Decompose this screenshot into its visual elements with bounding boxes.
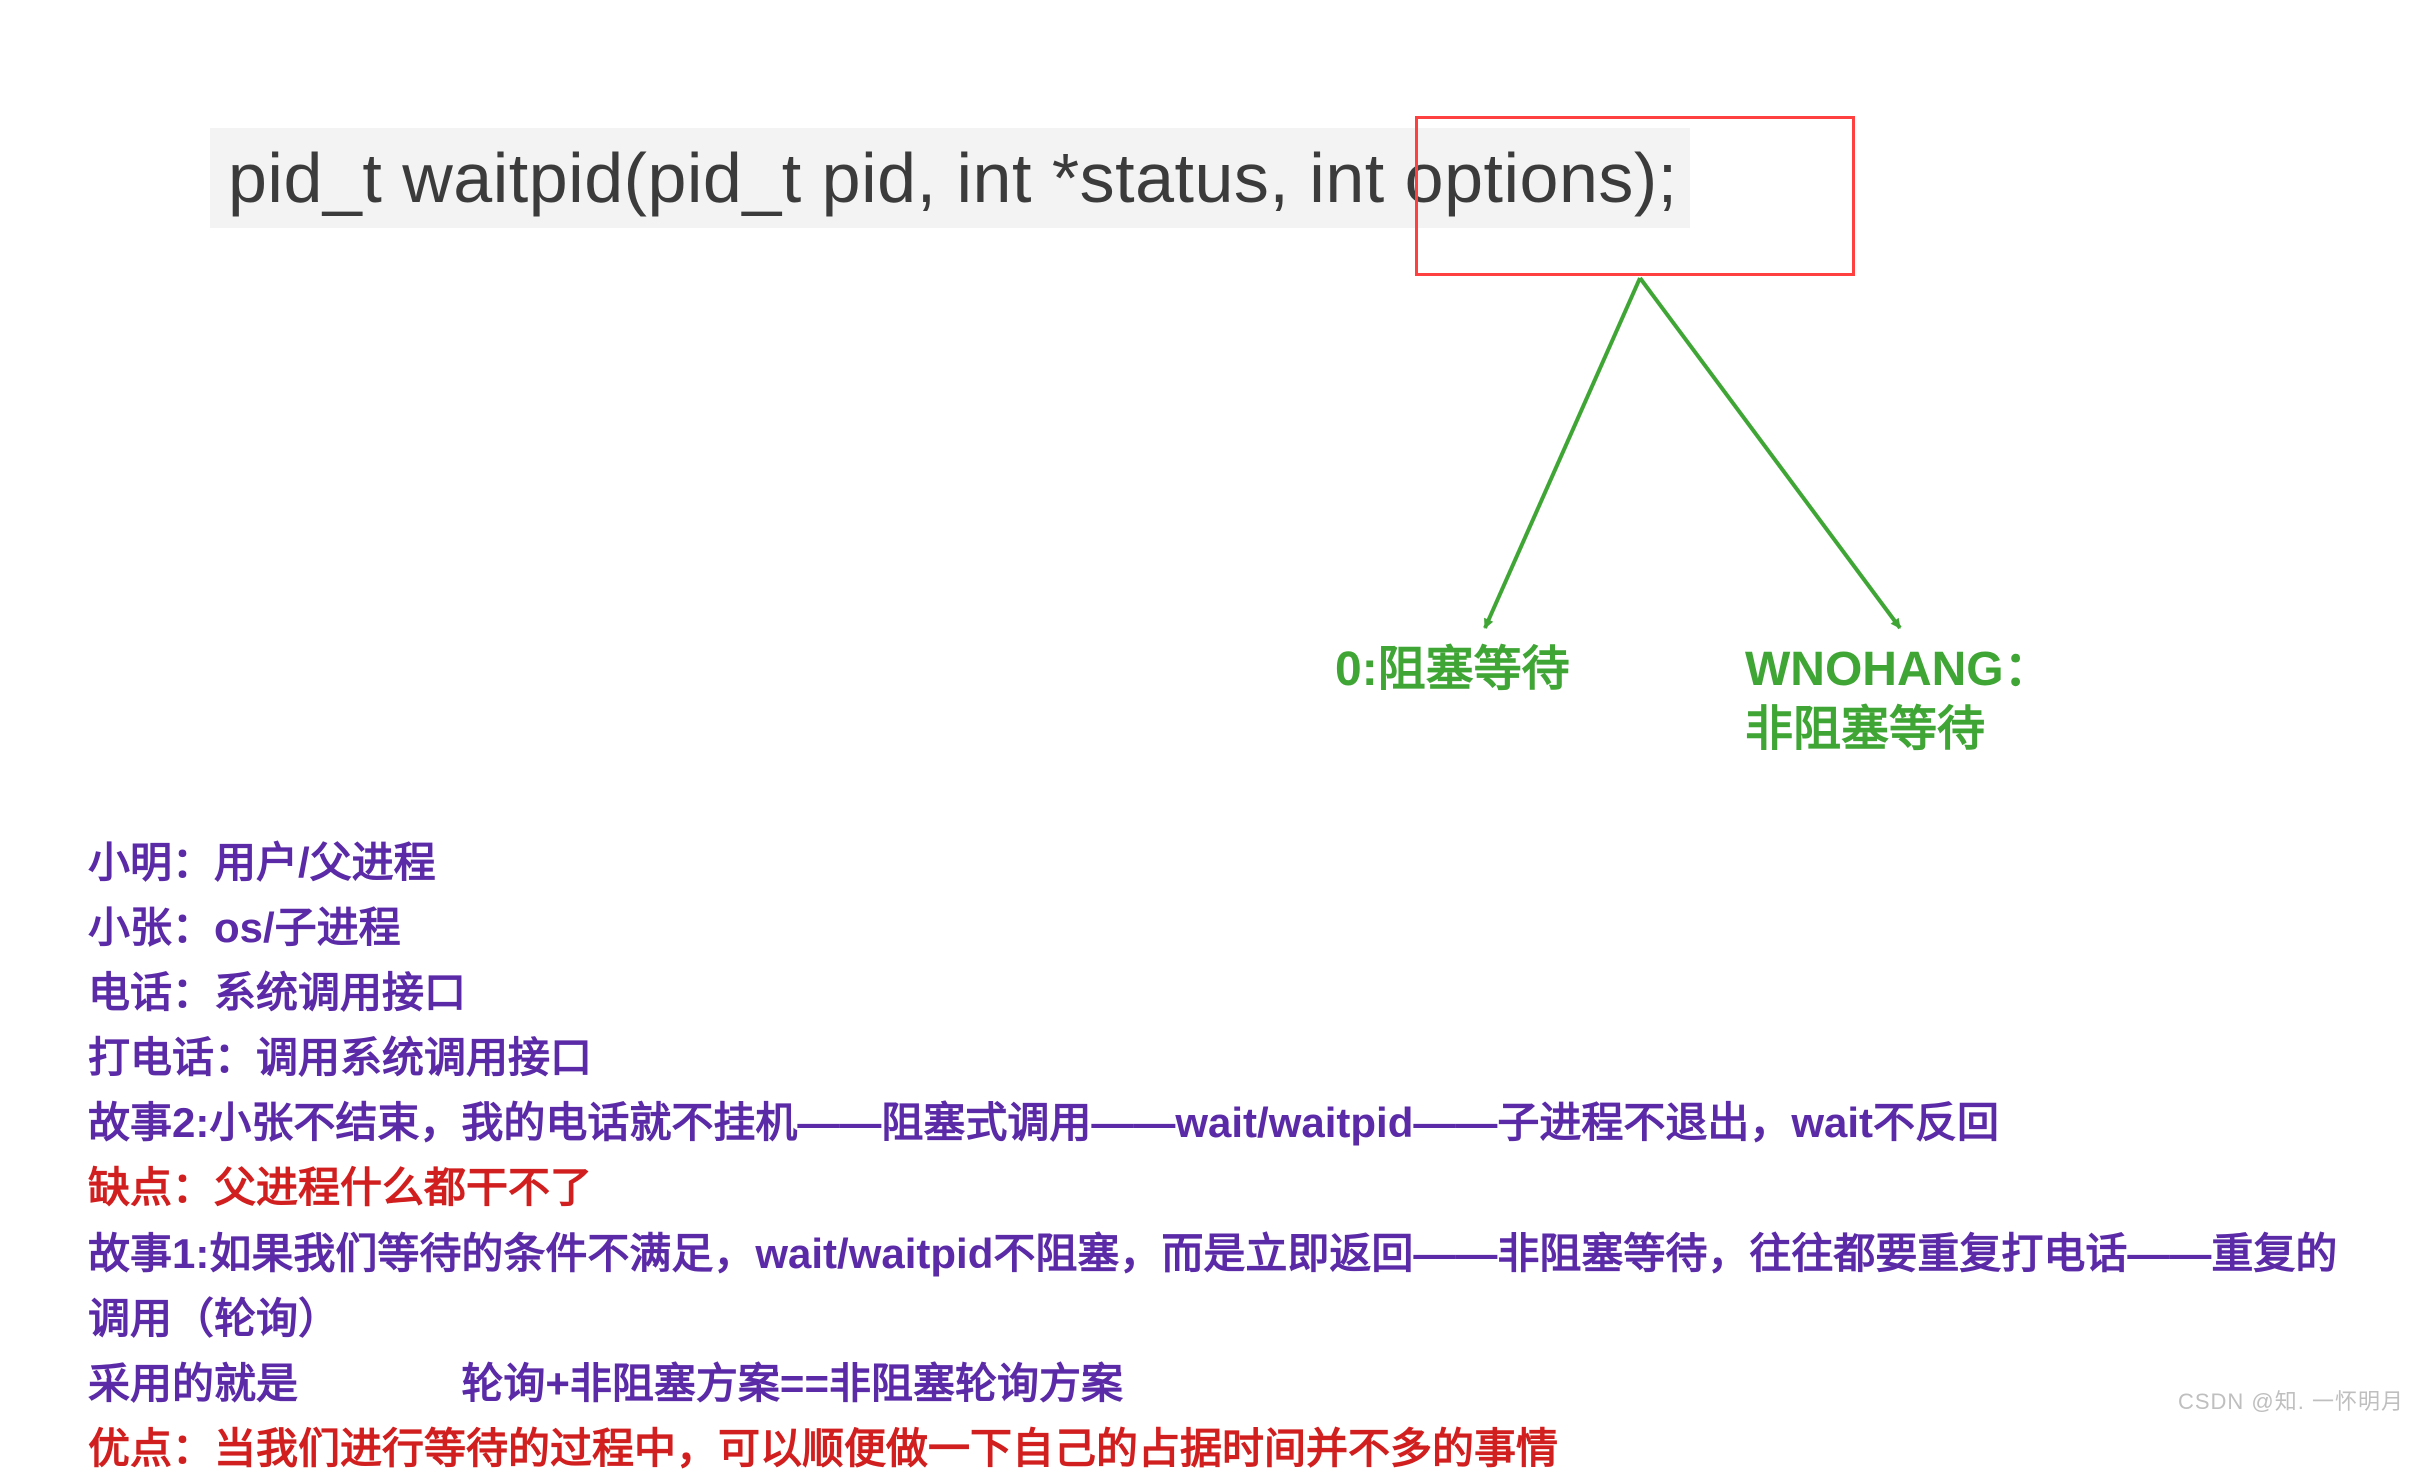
watermark: CSDN @知. 一怀明月 [2178,1384,2404,1416]
note-line-9: 优点：当我们进行等待的过程中，可以顺便做一下自己的占据时间并不多的事情 [88,1416,2350,1481]
arrow-to-wnohang [1640,278,1900,628]
note-line-8: 采用的就是 轮询+非阻塞方案==非阻塞轮询方案 [88,1351,2350,1416]
arrow-to-zero [1485,278,1640,628]
note-line-8a: 采用的就是 [88,1360,298,1407]
label-wnohang: WNOHANG： 非阻塞等待 [1745,640,2052,760]
note-line-2: 小张：os/子进程 [88,895,2350,960]
label-wnohang-line2: 非阻塞等待 [1745,703,1985,756]
highlight-box-int-options [1415,116,1855,276]
label-zero-blocking: 0:阻塞等待 [1335,640,1570,700]
label-wnohang-line1: WNOHANG： [1745,643,2052,696]
note-line-5: 故事2:小张不结束，我的电话就不挂机——阻塞式调用——wait/waitpid—… [88,1090,2350,1155]
note-line-1: 小明：用户/父进程 [88,830,2350,895]
note-line-7: 故事1:如果我们等待的条件不满足，wait/waitpid不阻塞，而是立即返回—… [88,1221,2350,1351]
note-line-4: 打电话：调用系统调用接口 [88,1025,2350,1090]
note-line-8b: 轮询+非阻塞方案==非阻塞轮询方案 [461,1360,1123,1407]
note-line-6: 缺点：父进程什么都干不了 [88,1155,2350,1220]
note-line-3: 电话：系统调用接口 [88,960,2350,1025]
explanation-notes: 小明：用户/父进程 小张：os/子进程 电话：系统调用接口 打电话：调用系统调用… [88,830,2350,1481]
